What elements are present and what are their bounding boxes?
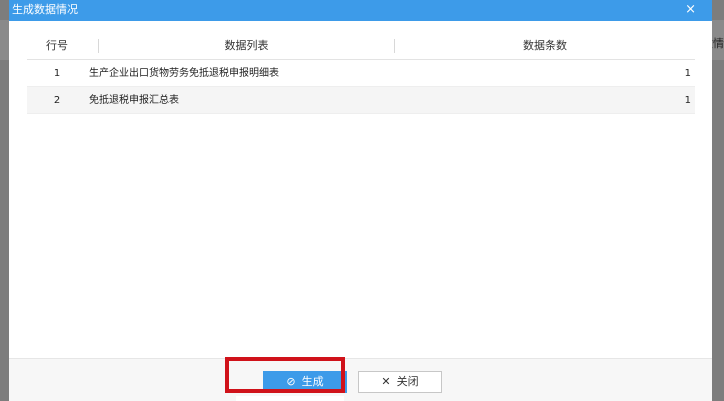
generate-data-dialog: 生成数据情况 × 行号 数据列表 数据条数 1 生产企业出口货物劳务免抵退税申报… bbox=[9, 0, 712, 401]
data-table: 行号 数据列表 数据条数 1 生产企业出口货物劳务免抵退税申报明细表 1 2 免… bbox=[27, 33, 695, 114]
table-header: 行号 数据列表 数据条数 bbox=[27, 33, 695, 60]
table-row[interactable]: 2 免抵退税申报汇总表 1 bbox=[27, 87, 695, 114]
column-header-data-count: 数据条数 bbox=[523, 39, 567, 52]
background-strip bbox=[236, 396, 344, 401]
row-number: 2 bbox=[53, 95, 61, 106]
row-data-count: 1 bbox=[684, 95, 691, 106]
column-header-row-number: 行号 bbox=[46, 39, 68, 52]
check-circle-icon: ⊘ bbox=[286, 375, 296, 388]
close-icon[interactable]: × bbox=[685, 2, 696, 17]
generate-button[interactable]: ⊘ 生成 bbox=[263, 371, 347, 393]
row-data-name: 生产企业出口货物劳务免抵退税申报明细表 bbox=[89, 68, 279, 79]
dialog-footer: ⊘ 生成 ✕ 关闭 bbox=[9, 358, 712, 401]
close-icon: ✕ bbox=[381, 375, 391, 388]
close-button-label: 关闭 bbox=[396, 375, 419, 388]
dialog-title: 生成数据情况 bbox=[12, 3, 78, 16]
row-number: 1 bbox=[53, 68, 61, 79]
table-row[interactable]: 1 生产企业出口货物劳务免抵退税申报明细表 1 bbox=[27, 60, 695, 87]
row-data-count: 1 bbox=[684, 68, 691, 79]
close-button[interactable]: ✕ 关闭 bbox=[358, 371, 442, 393]
column-header-data-list: 数据列表 bbox=[224, 39, 269, 52]
generate-button-label: 生成 bbox=[301, 375, 324, 388]
dialog-titlebar: 生成数据情况 × bbox=[9, 0, 712, 21]
row-data-name: 免抵退税申报汇总表 bbox=[89, 95, 179, 106]
